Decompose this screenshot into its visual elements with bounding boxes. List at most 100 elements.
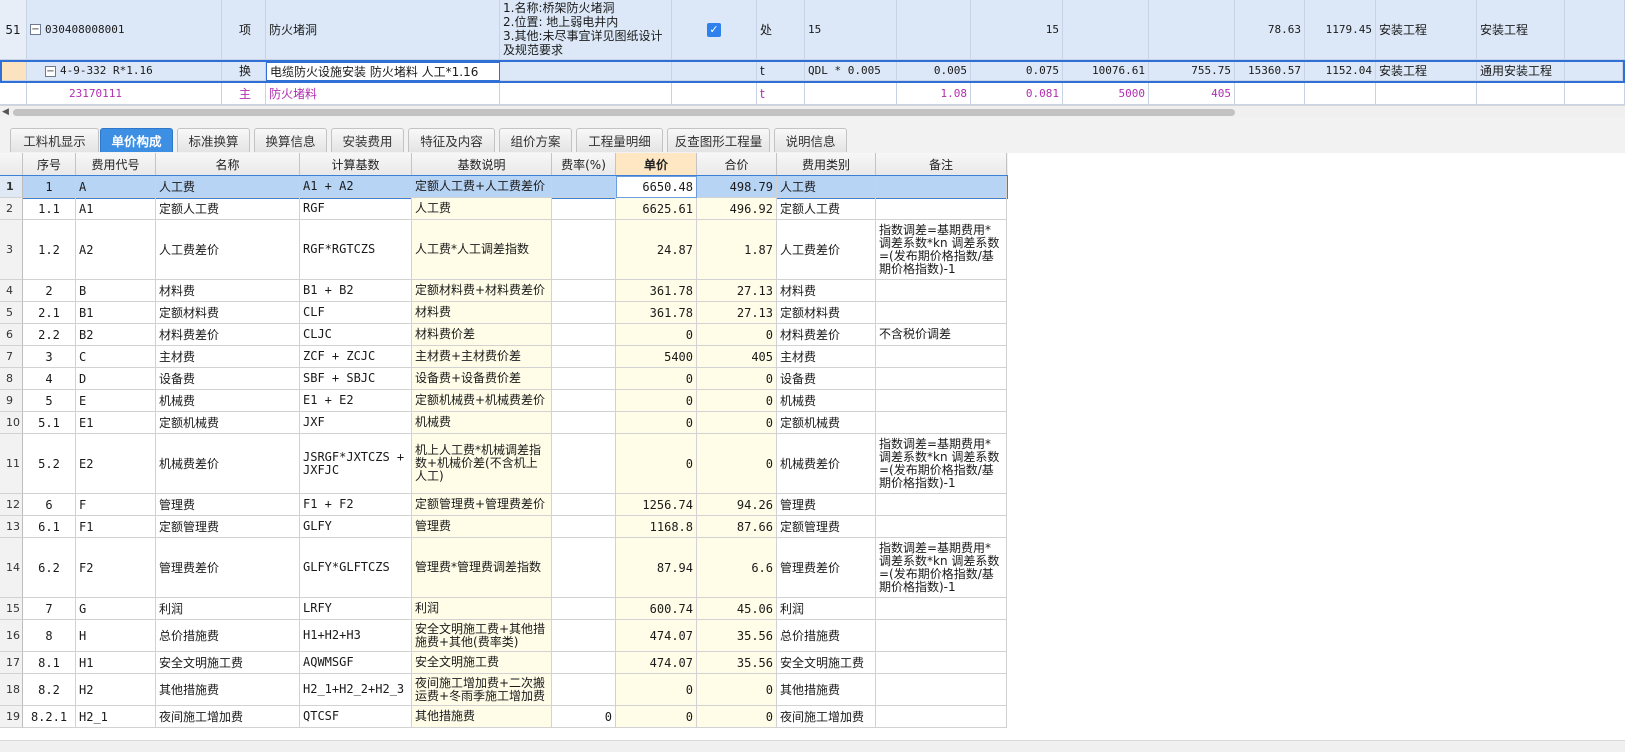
rate-cell[interactable] [552,620,616,652]
sum-price-cell[interactable]: 27.13 [697,302,777,324]
material-name[interactable]: 防火堵料 [266,83,500,105]
sum-price-cell[interactable]: 405 [697,346,777,368]
item-name[interactable]: 防火堵洞 [266,0,500,60]
name-cell[interactable]: 人工费 [156,176,300,198]
item-code-cell[interactable]: − 030408008001 [27,0,222,60]
sum-price-cell[interactable]: 35.56 [697,620,777,652]
lock-checkbox-cell[interactable]: ✓ [672,0,757,60]
fee-category-cell[interactable]: 主材费 [777,346,876,368]
sum-price-cell[interactable]: 0 [697,368,777,390]
rate-cell[interactable] [552,220,616,280]
fee-category-cell[interactable]: 利润 [777,598,876,620]
sum-price-cell[interactable]: 45.06 [697,598,777,620]
base-cell[interactable]: SBF + SBJC [300,368,412,390]
base-cell[interactable]: GLFY [300,516,412,538]
seq-cell[interactable]: 5.2 [23,434,76,494]
seq-cell[interactable]: 2 [23,280,76,302]
fee-category-cell[interactable]: 机械费差价 [777,434,876,494]
unit-price-cell[interactable]: 6625.61 [616,198,697,220]
fee-code-cell[interactable]: D [76,368,156,390]
name-cell[interactable]: 设备费 [156,368,300,390]
name-cell[interactable]: 机械费 [156,390,300,412]
rate-cell[interactable] [552,368,616,390]
fee-code-cell[interactable]: C [76,346,156,368]
rate-cell[interactable] [552,346,616,368]
note-cell[interactable]: 不含税价调差 [876,324,1007,346]
unit-price-cell[interactable]: 0 [616,324,697,346]
name-cell[interactable]: 材料费 [156,280,300,302]
base-cell[interactable]: E1 + E2 [300,390,412,412]
unit-price-cell[interactable]: 0 [616,390,697,412]
collapse-icon[interactable]: − [30,24,41,35]
header-fee-category[interactable]: 费用类别 [777,153,876,176]
table-row[interactable]: 1 1 A 人工费 A1 + A2 定额人工费+人工费差价 6650.48 498.79 人工费 [0,175,1008,199]
table-row[interactable]: 16 8 H 总价措施费 H1+H2+H3 安全文明施工费+其他措施费+其他(费率类) 47… [0,620,1008,652]
name-cell[interactable]: 定额人工费 [156,198,300,220]
seq-cell[interactable]: 6.1 [23,516,76,538]
rate-cell[interactable] [552,280,616,302]
unit-price-cell[interactable]: 600.74 [616,598,697,620]
fee-code-cell[interactable]: B2 [76,324,156,346]
sum-price-cell[interactable]: 87.66 [697,516,777,538]
base-cell[interactable]: CLF [300,302,412,324]
base-desc-cell[interactable]: 定额人工费+人工费差价 [412,176,552,198]
table-row[interactable]: 4 2 B 材料费 B1 + B2 定额材料费+材料费差价 361.78 27.13 材料费 [0,280,1008,302]
unit-price-cell[interactable]: 6650.48 [616,176,697,198]
unit-price-cell[interactable]: 361.78 [616,280,697,302]
base-desc-cell[interactable]: 人工费*人工调差指数 [412,220,552,280]
base-cell[interactable]: A1 + A2 [300,176,412,198]
fee-code-cell[interactable]: H2_1 [76,706,156,728]
note-cell[interactable] [876,652,1007,674]
sum-price-cell[interactable]: 1.87 [697,220,777,280]
seq-cell[interactable]: 8.2 [23,674,76,706]
fee-category-cell[interactable]: 人工费 [777,176,876,198]
rate-cell[interactable] [552,674,616,706]
table-row[interactable]: 8 4 D 设备费 SBF + SBJC 设备费+设备费价差 0 0 设备费 [0,368,1008,390]
fee-category-cell[interactable]: 材料费 [777,280,876,302]
fee-code-cell[interactable]: F2 [76,538,156,598]
fee-code-cell[interactable]: F [76,494,156,516]
fee-code-cell[interactable]: B [76,280,156,302]
base-cell[interactable]: QTCSF [300,706,412,728]
unit-price-cell[interactable]: 0 [616,674,697,706]
rate-cell[interactable] [552,652,616,674]
fee-category-cell[interactable]: 其他措施费 [777,674,876,706]
base-cell[interactable]: JSRGF*JXTCZS + JXFJC [300,434,412,494]
note-cell[interactable]: 指数调差=基期费用*调差系数*kn 调差系数=(发布期价格指数/基期价格指数)-… [876,220,1007,280]
rate-cell[interactable] [552,494,616,516]
name-cell[interactable]: 人工费差价 [156,220,300,280]
rate-cell[interactable] [552,198,616,220]
note-cell[interactable] [876,176,1007,198]
fee-category-cell[interactable]: 定额机械费 [777,412,876,434]
header-rate[interactable]: 费率(%) [552,153,616,176]
fee-category-cell[interactable]: 机械费 [777,390,876,412]
unit-price-cell[interactable]: 361.78 [616,302,697,324]
name-cell[interactable]: 定额管理费 [156,516,300,538]
seq-cell[interactable]: 8.1 [23,652,76,674]
rate-cell[interactable] [552,324,616,346]
base-desc-cell[interactable]: 其他措施费 [412,706,552,728]
base-desc-cell[interactable]: 材料费价差 [412,324,552,346]
table-row-51[interactable]: 51 − 030408008001 项 防火堵洞 1.名称:桥架防火堵洞 2.位… [0,0,1625,60]
header-note[interactable]: 备注 [876,153,1007,176]
fee-code-cell[interactable]: A1 [76,198,156,220]
base-desc-cell[interactable]: 机上人工费*机械调差指数+机械价差(不含机上人工) [412,434,552,494]
name-cell[interactable]: 安全文明施工费 [156,652,300,674]
table-row[interactable]: 17 8.1 H1 安全文明施工费 AQWMSGF 安全文明施工费 474.07 35.56 安… [0,652,1008,674]
note-cell[interactable] [876,516,1007,538]
fee-code-cell[interactable]: E [76,390,156,412]
unit-price-cell[interactable]: 0 [616,368,697,390]
table-row[interactable]: 13 6.1 F1 定额管理费 GLFY 管理费 1168.8 87.66 定额管理费 [0,516,1008,538]
fee-category-cell[interactable]: 管理费 [777,494,876,516]
unit-price-cell[interactable]: 87.94 [616,538,697,598]
base-cell[interactable]: JXF [300,412,412,434]
base-cell[interactable]: F1 + F2 [300,494,412,516]
unit-price-cell[interactable]: 0 [616,434,697,494]
tab-quantity-detail[interactable]: 工程量明细 [576,128,663,152]
name-cell[interactable]: 材料费差价 [156,324,300,346]
base-cell[interactable]: H2_1+H2_2+H2_3 [300,674,412,706]
unit-price-cell[interactable]: 1168.8 [616,516,697,538]
tab-standard-conversion[interactable]: 标准换算 [177,128,250,152]
item-qty-expr[interactable]: 15 [805,0,897,60]
note-cell[interactable] [876,198,1007,220]
